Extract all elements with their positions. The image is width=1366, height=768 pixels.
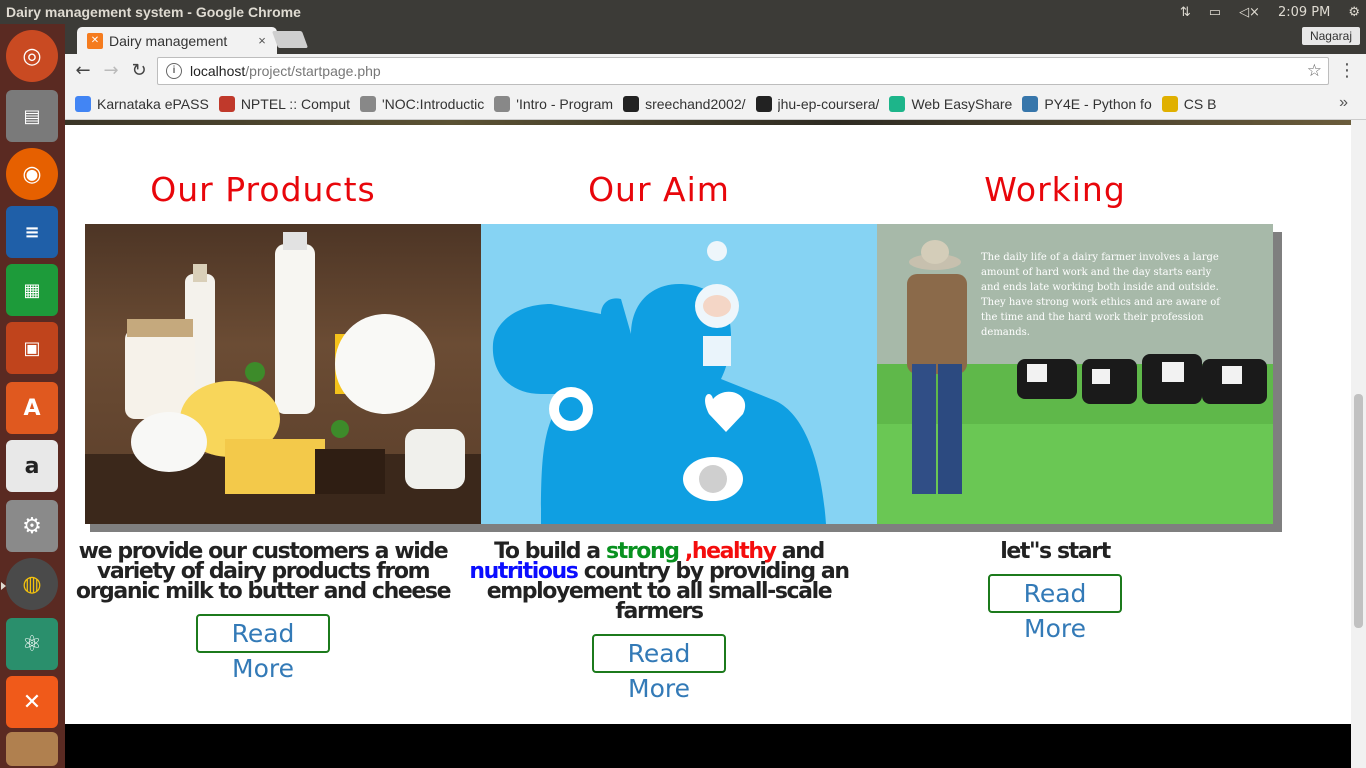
scrollbar-thumb[interactable] (1354, 394, 1363, 628)
profile-button[interactable]: Nagaraj (1301, 27, 1360, 45)
bookmark-item[interactable]: NPTEL :: Comput (218, 95, 350, 112)
products-description: we provide our customers a wide variety … (75, 539, 452, 604)
url-host: localhost (190, 63, 246, 79)
aim-description: To build a strong ,healthy and nutritiou… (461, 541, 857, 623)
impress-icon[interactable]: ▣ (6, 322, 58, 374)
page-icon (360, 95, 376, 112)
bookmark-item[interactable]: Karnataka ePASS (75, 95, 209, 112)
working-description: let"s start (1000, 539, 1111, 564)
python-icon (1022, 95, 1039, 112)
bookmark-item[interactable]: 'Intro - Program (494, 95, 614, 112)
github-icon (623, 95, 640, 112)
bookmark-label: 'NOC:Introductic (382, 95, 485, 112)
nptel-icon (218, 95, 235, 112)
volume-muted-icon[interactable]: ◁× (1239, 5, 1260, 20)
xampp-icon[interactable]: ✕ (6, 676, 58, 728)
heading-working: Working (984, 170, 1126, 209)
info-icon[interactable]: i (166, 63, 182, 79)
bookmark-label: CS B (1183, 95, 1217, 112)
xampp-favicon-icon: ✕ (87, 32, 103, 49)
forward-arrow-icon[interactable]: → (99, 59, 123, 83)
url-path: /project/startpage.php (245, 63, 381, 79)
page-scrollbar[interactable] (1351, 120, 1366, 768)
dairy-products-image (85, 224, 481, 524)
read-more-products-button[interactable]: Read More (196, 614, 330, 683)
page-content: Our Products Our Aim Working The daily l… (65, 120, 1351, 768)
read-more-working-button[interactable]: Read More (988, 574, 1122, 643)
bookmark-item[interactable]: sreechand2002/ (623, 95, 746, 112)
farmer-cows-image: The daily life of a dairy farmer involve… (877, 224, 1273, 524)
clock[interactable]: 2:09 PM (1278, 5, 1330, 20)
chrome-menu-icon[interactable]: ⋮ (1338, 60, 1356, 81)
address-bar[interactable]: i localhost /project/startpage.php ☆ (157, 57, 1329, 85)
system-settings-icon[interactable]: ⚙ (6, 500, 58, 552)
farmer-image-caption: The daily life of a dairy farmer involve… (981, 252, 1220, 338)
bookmark-item[interactable]: Web EasyShare (889, 95, 1013, 112)
page-icon (494, 95, 511, 112)
window-title: Dairy management system - Google Chrome (6, 4, 301, 20)
footer (65, 724, 1351, 768)
os-top-bar: Dairy management system - Google Chrome … (0, 0, 1366, 24)
bookmark-label: Karnataka ePASS (97, 95, 209, 112)
calc-icon[interactable]: ▦ (6, 264, 58, 316)
system-indicators: ⇅ ▭ ◁× 2:09 PM ⚙ (1180, 0, 1360, 24)
back-arrow-icon[interactable]: ← (71, 59, 95, 83)
google-icon (75, 95, 91, 112)
tab-strip: ✕ Dairy management × Nagaraj (65, 24, 1366, 54)
firefox-icon[interactable]: ◉ (6, 148, 58, 200)
bookmark-label: PY4E - Python fo (1044, 95, 1152, 112)
easyshare-icon (889, 95, 906, 112)
atom-icon[interactable]: ⚛ (6, 618, 58, 670)
ubuntu-launcher: ◎ ▤ ◉ ≡ ▦ ▣ A a ⚙ ◍ ⚛ ✕ (0, 24, 65, 768)
writer-icon[interactable]: ≡ (6, 206, 58, 258)
heading-our-products: Our Products (150, 170, 376, 209)
bookmarks-bar: Karnataka ePASS NPTEL :: Comput 'NOC:Intro… (65, 88, 1366, 120)
bookmark-label: Web EasyShare (911, 95, 1013, 112)
ubuntu-dash-icon[interactable]: ◎ (6, 30, 58, 82)
tab-close-icon[interactable]: × (253, 33, 271, 48)
bookmark-item[interactable]: jhu-ep-coursera/ (755, 95, 880, 112)
read-more-aim-button[interactable]: Read More (592, 634, 726, 703)
bookmark-star-icon[interactable]: ☆ (1307, 61, 1322, 81)
network-arrows-icon[interactable]: ⇅ (1180, 5, 1191, 20)
browser-toolbar: ← → ↻ i localhost /project/startpage.php… (65, 54, 1366, 88)
hero-image-bottom-edge (65, 120, 1351, 125)
bookmark-label: sreechand2002/ (645, 95, 746, 112)
bookmark-item[interactable]: 'NOC:Introductic (360, 95, 485, 112)
settings-gear-icon[interactable]: ⚙ (1348, 5, 1360, 20)
amazon-icon[interactable]: a (6, 440, 58, 492)
csb-icon (1161, 95, 1178, 112)
battery-icon[interactable]: ▭ (1209, 5, 1221, 20)
chrome-icon[interactable]: ◍ (6, 558, 58, 610)
bookmark-item[interactable]: CS B (1161, 95, 1217, 112)
bookmarks-more-icon[interactable]: » (1339, 94, 1348, 112)
heading-our-aim: Our Aim (588, 170, 730, 209)
trash-icon[interactable] (6, 732, 58, 766)
browser-chrome: ✕ Dairy management × Nagaraj ← → ↻ i loc… (65, 24, 1366, 120)
bookmark-label: 'Intro - Program (516, 95, 614, 112)
new-tab-button[interactable] (271, 31, 309, 48)
healthy-body-image (481, 224, 877, 524)
tab-title: Dairy management (109, 32, 228, 49)
reload-icon[interactable]: ↻ (127, 59, 151, 83)
github-icon (755, 95, 772, 112)
bookmark-item[interactable]: PY4E - Python fo (1022, 95, 1152, 112)
bookmark-label: NPTEL :: Comput (240, 95, 350, 112)
software-center-icon[interactable]: A (6, 382, 58, 434)
files-icon[interactable]: ▤ (6, 90, 58, 142)
bookmark-label: jhu-ep-coursera/ (777, 95, 880, 112)
tab-active[interactable]: ✕ Dairy management × (77, 27, 277, 54)
